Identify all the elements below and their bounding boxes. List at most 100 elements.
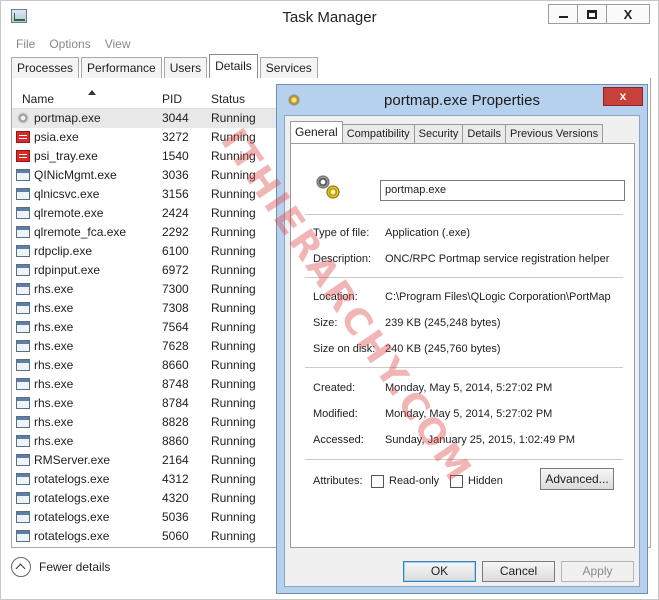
- window-app-icon: [16, 207, 30, 219]
- table-row[interactable]: rhs.exe 7308 Running: [12, 299, 282, 318]
- process-name: rhs.exe: [34, 377, 74, 391]
- separator: [305, 459, 623, 460]
- process-pid: 7308: [162, 301, 189, 315]
- process-status: Running: [211, 168, 256, 182]
- tab-previous-versions[interactable]: Previous Versions: [505, 124, 604, 143]
- column-header-pid[interactable]: PID: [162, 92, 182, 106]
- readonly-checkbox[interactable]: [371, 475, 384, 488]
- process-pid: 6972: [162, 263, 189, 277]
- location-value: C:\Program Files\QLogic Corporation\Port…: [385, 291, 611, 303]
- fewer-details-button[interactable]: Fewer details: [11, 557, 110, 577]
- process-status: Running: [211, 472, 256, 486]
- table-row[interactable]: rdpclip.exe 6100 Running: [12, 242, 282, 261]
- attributes-label: Attributes:: [313, 475, 363, 487]
- process-name: rhs.exe: [34, 282, 74, 296]
- tab-details[interactable]: Details: [209, 54, 258, 78]
- table-row[interactable]: RMServer.exe 2164 Running: [12, 451, 282, 470]
- table-row[interactable]: qlremote_fca.exe 2292 Running: [12, 223, 282, 242]
- window-app-icon: [16, 397, 30, 409]
- table-row[interactable]: rhs.exe 7300 Running: [12, 280, 282, 299]
- tab-compatibility[interactable]: Compatibility: [341, 124, 415, 143]
- tab-services[interactable]: Services: [259, 57, 318, 78]
- maximize-icon: [587, 9, 597, 19]
- window-controls: X: [548, 4, 650, 24]
- modified-value: Monday, May 5, 2014, 5:27:02 PM: [385, 408, 553, 420]
- separator: [305, 367, 623, 368]
- properties-close-button[interactable]: x: [603, 87, 643, 106]
- size-on-disk-value: 240 KB (245,760 bytes): [385, 343, 501, 355]
- readonly-label: Read-only: [389, 475, 440, 487]
- close-button[interactable]: X: [606, 4, 650, 24]
- table-row[interactable]: rotatelogs.exe 5060 Running: [12, 527, 282, 546]
- tab-general[interactable]: General: [290, 121, 343, 143]
- process-status: Running: [211, 377, 256, 391]
- window-app-icon: [16, 492, 30, 504]
- window-app-icon: [16, 530, 30, 542]
- process-name: rhs.exe: [34, 320, 74, 334]
- process-name: rhs.exe: [34, 396, 74, 410]
- properties-titlebar: portmap.exe Properties x: [277, 85, 647, 115]
- process-status: Running: [211, 453, 256, 467]
- minimize-button[interactable]: [548, 4, 578, 24]
- window-app-icon: [16, 435, 30, 447]
- process-status: Running: [211, 320, 256, 334]
- fewer-details-label: Fewer details: [39, 560, 111, 574]
- table-row[interactable]: rhs.exe 7564 Running: [12, 318, 282, 337]
- table-row[interactable]: psia.exe 3272 Running: [12, 128, 282, 147]
- tab-details-props[interactable]: Details: [462, 124, 507, 143]
- table-row[interactable]: rhs.exe 8784 Running: [12, 394, 282, 413]
- created-value: Monday, May 5, 2014, 5:27:02 PM: [385, 382, 553, 394]
- menu-file[interactable]: File: [16, 37, 35, 51]
- file-gear-icon: [315, 174, 341, 200]
- table-row[interactable]: rotatelogs.exe 4320 Running: [12, 489, 282, 508]
- table-row[interactable]: rhs.exe 8748 Running: [12, 375, 282, 394]
- table-row[interactable]: psi_tray.exe 1540 Running: [12, 147, 282, 166]
- accessed-label: Accessed:: [313, 434, 364, 446]
- menu-bar: File Options View: [16, 37, 131, 51]
- column-header-status[interactable]: Status: [211, 92, 245, 106]
- sort-ascending-icon: [88, 90, 96, 95]
- tab-processes[interactable]: Processes: [11, 57, 80, 78]
- process-status: Running: [211, 358, 256, 372]
- description-label: Description:: [313, 253, 372, 265]
- file-name-input[interactable]: portmap.exe: [380, 180, 625, 201]
- table-row[interactable]: QINicMgmt.exe 3036 Running: [12, 166, 282, 185]
- window-app-icon: [16, 454, 30, 466]
- menu-options[interactable]: Options: [49, 37, 90, 51]
- table-row[interactable]: rotatelogs.exe 4312 Running: [12, 470, 282, 489]
- tab-security[interactable]: Security: [413, 124, 464, 143]
- red-app-icon: [16, 131, 30, 143]
- tab-users[interactable]: Users: [163, 57, 208, 78]
- process-pid: 7300: [162, 282, 189, 296]
- table-row[interactable]: qlremote.exe 2424 Running: [12, 204, 282, 223]
- table-row[interactable]: rdpinput.exe 6972 Running: [12, 261, 282, 280]
- hidden-checkbox[interactable]: [450, 475, 463, 488]
- advanced-button[interactable]: Advanced...: [540, 468, 614, 490]
- process-name: QINicMgmt.exe: [34, 168, 117, 182]
- window-app-icon: [16, 264, 30, 276]
- ok-button[interactable]: OK: [403, 561, 476, 582]
- menu-view[interactable]: View: [105, 37, 131, 51]
- process-pid: 3156: [162, 187, 189, 201]
- process-status: Running: [211, 206, 256, 220]
- process-status: Running: [211, 263, 256, 277]
- tab-performance[interactable]: Performance: [81, 57, 162, 78]
- chevron-up-icon: [11, 557, 31, 577]
- apply-button[interactable]: Apply: [561, 561, 634, 582]
- process-name: psi_tray.exe: [34, 149, 98, 163]
- table-row[interactable]: rhs.exe 8860 Running: [12, 432, 282, 451]
- maximize-button[interactable]: [577, 4, 607, 24]
- column-header-name[interactable]: Name: [22, 92, 54, 106]
- process-pid: 7628: [162, 339, 189, 353]
- process-pid: 8784: [162, 396, 189, 410]
- table-row[interactable]: qlnicsvc.exe 3156 Running: [12, 185, 282, 204]
- table-row[interactable]: rhs.exe 8828 Running: [12, 413, 282, 432]
- table-row[interactable]: rotatelogs.exe 5036 Running: [12, 508, 282, 527]
- task-manager-tabs: Processes Performance Users Details Serv…: [11, 54, 320, 78]
- table-row[interactable]: portmap.exe 3044 Running: [12, 109, 282, 128]
- process-status: Running: [211, 149, 256, 163]
- table-row[interactable]: rhs.exe 8660 Running: [12, 356, 282, 375]
- process-status: Running: [211, 244, 256, 258]
- cancel-button[interactable]: Cancel: [482, 561, 555, 582]
- table-row[interactable]: rhs.exe 7628 Running: [12, 337, 282, 356]
